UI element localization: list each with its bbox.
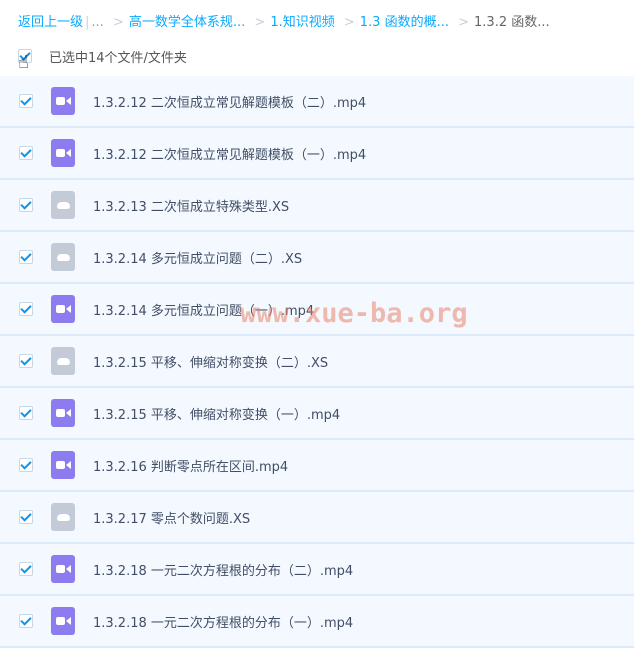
cloud-file-icon <box>51 347 75 375</box>
video-file-icon <box>51 399 75 427</box>
file-row[interactable]: 1.3.2.14 多元恒成立问题（二）.XS <box>0 232 634 284</box>
divider: | <box>85 15 90 30</box>
file-checkbox[interactable] <box>19 354 33 368</box>
file-row[interactable]: 1.3.2.15 平移、伸缩对称变换（二）.XS <box>0 336 634 388</box>
selection-count: 已选中14个文件/文件夹 <box>49 50 187 66</box>
file-row[interactable]: 1.3.2.14 多元恒成立问题（一）.mp4 <box>0 284 634 336</box>
breadcrumb-item[interactable]: 1.3 函数的概... <box>360 15 449 30</box>
file-checkbox[interactable] <box>19 198 33 212</box>
file-row[interactable]: 1.3.2.13 二次恒成立特殊类型.XS <box>0 180 634 232</box>
cloud-file-icon <box>51 243 75 271</box>
file-row[interactable]: 1.3.2.12 二次恒成立常见解题模板（一）.mp4 <box>0 128 634 180</box>
file-checkbox[interactable] <box>19 146 33 160</box>
hand-cursor-icon: ☝ <box>18 52 29 73</box>
file-checkbox[interactable] <box>19 510 33 524</box>
file-checkbox[interactable] <box>19 458 33 472</box>
cloud-file-icon <box>51 503 75 531</box>
video-file-icon <box>51 607 75 635</box>
breadcrumb-current: 1.3.2 函数... <box>474 15 550 30</box>
file-list: 1.3.2.12 二次恒成立常见解题模板（二）.mp4 1.3.2.12 二次恒… <box>0 76 634 648</box>
breadcrumb-item[interactable]: 高一数学全体系规... <box>129 15 245 30</box>
file-row[interactable]: 1.3.2.18 一元二次方程根的分布（二）.mp4 <box>0 544 634 596</box>
file-name[interactable]: 1.3.2.13 二次恒成立特殊类型.XS <box>93 196 289 215</box>
file-row[interactable]: 1.3.2.17 零点个数问题.XS <box>0 492 634 544</box>
file-name[interactable]: 1.3.2.14 多元恒成立问题（一）.mp4 <box>93 300 314 319</box>
file-name[interactable]: 1.3.2.18 一元二次方程根的分布（一）.mp4 <box>93 612 353 631</box>
file-row[interactable]: 1.3.2.16 判断零点所在区间.mp4 <box>0 440 634 492</box>
file-name[interactable]: 1.3.2.17 零点个数问题.XS <box>93 508 250 527</box>
file-row[interactable]: 1.3.2.12 二次恒成立常见解题模板（二）.mp4 <box>0 76 634 128</box>
file-checkbox[interactable] <box>19 94 33 108</box>
file-name[interactable]: 1.3.2.18 一元二次方程根的分布（二）.mp4 <box>93 560 353 579</box>
breadcrumb: 返回上一级 |... > 高一数学全体系规... >1.知识视频 >1.3 函数的概… <box>18 11 550 30</box>
chevron-right-icon: > <box>343 15 355 30</box>
file-checkbox[interactable] <box>19 562 33 576</box>
selection-bar: 已选中14个文件/文件夹 <box>18 46 187 66</box>
chevron-right-icon: > <box>458 15 470 30</box>
file-checkbox[interactable] <box>19 250 33 264</box>
file-name[interactable]: 1.3.2.15 平移、伸缩对称变换（一）.mp4 <box>93 404 340 423</box>
chevron-right-icon: > <box>254 15 266 30</box>
video-file-icon <box>51 139 75 167</box>
file-name[interactable]: 1.3.2.14 多元恒成立问题（二）.XS <box>93 248 302 267</box>
breadcrumb-ellipsis[interactable]: ... <box>91 15 103 30</box>
video-file-icon <box>51 555 75 583</box>
back-link[interactable]: 返回上一级 <box>18 15 83 30</box>
video-file-icon <box>51 87 75 115</box>
file-name[interactable]: 1.3.2.12 二次恒成立常见解题模板（一）.mp4 <box>93 144 366 163</box>
file-name[interactable]: 1.3.2.16 判断零点所在区间.mp4 <box>93 456 288 475</box>
cloud-file-icon <box>51 191 75 219</box>
video-file-icon <box>51 451 75 479</box>
file-checkbox[interactable] <box>19 302 33 316</box>
breadcrumb-item[interactable]: 1.知识视频 <box>270 15 334 30</box>
video-file-icon <box>51 295 75 323</box>
file-row[interactable]: 1.3.2.15 平移、伸缩对称变换（一）.mp4 <box>0 388 634 440</box>
file-name[interactable]: 1.3.2.12 二次恒成立常见解题模板（二）.mp4 <box>93 92 366 111</box>
file-checkbox[interactable] <box>19 406 33 420</box>
file-name[interactable]: 1.3.2.15 平移、伸缩对称变换（二）.XS <box>93 352 328 371</box>
file-checkbox[interactable] <box>19 614 33 628</box>
file-row[interactable]: 1.3.2.18 一元二次方程根的分布（一）.mp4 <box>0 596 634 648</box>
chevron-right-icon: > <box>112 15 124 30</box>
